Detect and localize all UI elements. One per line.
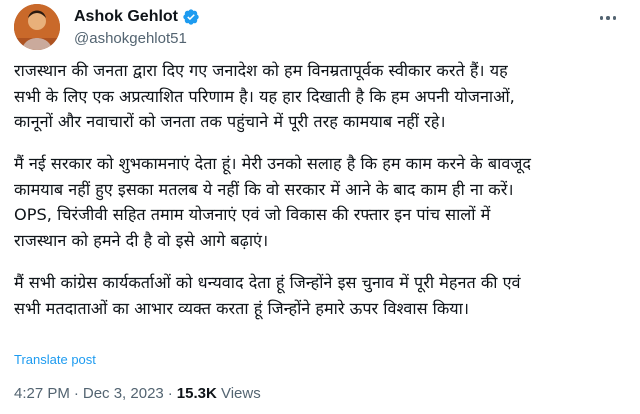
tweet-line: मैं नई सरकार को शुभकामनाएं देता हूं। मेर… — [14, 154, 531, 174]
tweet-line: राजस्थान की जनता द्वारा दिए गए जनादेश को… — [14, 61, 508, 80]
meta-separator: · — [167, 385, 173, 402]
verified-badge-icon[interactable] — [182, 8, 200, 26]
tweet-line: सभी के लिए एक अप्रत्याशित परिणाम है। यह … — [14, 86, 515, 106]
tweet-line: सभी मतदाताओं का आभार व्यक्त करता हूं जिन… — [14, 298, 470, 318]
tweet-line: मैं सभी कांग्रेस कार्यकर्ताओं को धन्यवाद… — [14, 273, 521, 293]
views-count[interactable]: 15.3K — [177, 385, 217, 402]
tweet-line: राजस्थान को हमने दी है वो इसे आगे बढ़ाएं… — [14, 231, 269, 251]
tweet-header: Ashok Gehlot @ashokgehlot51 — [14, 4, 626, 52]
avatar-image — [14, 4, 60, 50]
tweet-time[interactable]: 4:27 PM — [14, 385, 70, 402]
tweet-paragraph: राजस्थान की जनता द्वारा दिए गए जनादेश को… — [14, 58, 630, 135]
tweet-paragraph: मैं सभी कांग्रेस कार्यकर्ताओं को धन्यवाद… — [14, 270, 630, 321]
avatar[interactable] — [14, 4, 60, 50]
author-block: Ashok Gehlot @ashokgehlot51 — [74, 6, 200, 47]
translate-post-link[interactable]: Translate post — [14, 352, 96, 367]
author-name-row: Ashok Gehlot — [74, 6, 200, 28]
tweet-date[interactable]: Dec 3, 2023 — [83, 385, 164, 402]
tweet-meta: 4:27 PM · Dec 3, 2023 · 15.3K Views — [14, 385, 261, 402]
display-name[interactable]: Ashok Gehlot — [74, 8, 178, 26]
views-label: Views — [220, 385, 261, 402]
tweet-line: OPS, चिरंजीवी सहित तमाम योजनाएं एवं जो व… — [14, 205, 491, 225]
tweet-line: कामयाब नहीं हुए इसका मतलब ये नहीं कि वो … — [14, 179, 514, 199]
tweet-paragraph: मैं नई सरकार को शुभकामनाएं देता हूं। मेर… — [14, 151, 630, 253]
author-handle[interactable]: @ashokgehlot51 — [74, 30, 200, 47]
meta-separator: · — [73, 385, 79, 402]
tweet-text: राजस्थान की जनता द्वारा दिए गए जनादेश को… — [14, 58, 630, 321]
more-options-icon[interactable] — [596, 10, 620, 26]
tweet-line: कानूनों और नवाचारों को जनता तक पहुंचाने … — [14, 112, 446, 132]
